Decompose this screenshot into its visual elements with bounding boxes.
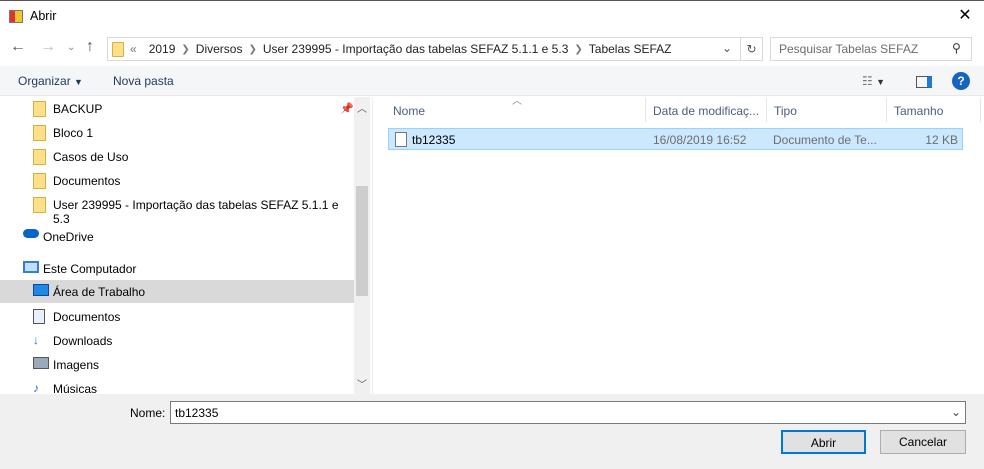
view-options-icon[interactable]: ☷ ▼ <box>862 74 885 88</box>
nav-item[interactable]: ↓ Downloads <box>0 329 354 352</box>
text-file-icon <box>395 132 407 147</box>
help-icon[interactable]: ? <box>952 72 970 90</box>
back-arrow-icon[interactable]: ← <box>10 38 26 56</box>
column-header-name[interactable]: Nome <box>387 98 431 122</box>
file-name: tb12335 <box>412 133 456 147</box>
nav-item-label: Imagens <box>53 358 100 372</box>
cloud-icon <box>23 229 39 238</box>
search-input[interactable]: Pesquisar Tabelas SEFAZ <box>770 37 972 61</box>
scroll-up-icon[interactable]: ︿ <box>357 100 367 115</box>
toolbar: Organizar ▼ Nova pasta ☷ ▼ ? <box>0 66 984 96</box>
column-header-size[interactable]: Tamanho <box>888 98 949 122</box>
column-header-date[interactable]: Data de modificaç... <box>647 98 765 122</box>
folder-icon <box>33 197 46 213</box>
nav-item-label: OneDrive <box>43 230 94 244</box>
nav-item-label: Bloco 1 <box>53 126 94 140</box>
nav-item[interactable]: Bloco 1 <box>0 121 354 144</box>
nav-item[interactable]: OneDrive <box>0 225 354 248</box>
nav-item[interactable]: Área de Trabalho <box>0 280 354 303</box>
file-size: 12 KB <box>925 133 958 147</box>
nav-item[interactable]: User 239995 - Importação das tabelas SEF… <box>0 193 354 226</box>
scroll-down-icon[interactable]: ﹀ <box>357 376 367 391</box>
nav-item-label: BACKUP <box>53 102 103 116</box>
image-icon <box>33 357 49 369</box>
document-icon <box>33 309 45 324</box>
nav-item[interactable]: BACKUP <box>0 97 354 120</box>
folder-icon <box>33 173 46 189</box>
nav-item[interactable]: ♪ Músicas <box>0 377 354 394</box>
file-type: Documento de Te... <box>773 133 877 147</box>
chevron-right-icon: ❯ <box>248 43 257 55</box>
nav-item[interactable]: Documentos <box>0 169 354 192</box>
download-icon: ↓ <box>33 333 39 347</box>
navigation-pane: BACKUP Bloco 1 Casos de Uso Documentos User … <box>0 97 354 394</box>
breadcrumb-item[interactable]: Tabelas SEFAZ <box>589 42 672 56</box>
breadcrumb-item[interactable]: Diversos <box>196 42 243 56</box>
breadcrumb-item[interactable]: User 239995 - Importação das tabelas SEF… <box>263 42 569 56</box>
nav-item[interactable]: Imagens <box>0 353 354 376</box>
file-name-input[interactable]: tb12335 <box>170 401 966 424</box>
organize-label: Organizar <box>18 74 71 88</box>
sort-ascending-icon: ︿ <box>512 96 522 107</box>
nav-item[interactable]: Este Computador <box>0 257 354 280</box>
column-header-type[interactable]: Tipo <box>768 98 803 122</box>
folder-icon <box>33 149 46 165</box>
recent-chevron-icon[interactable]: ⌄ <box>67 42 75 53</box>
computer-icon <box>23 261 39 273</box>
window-title: Abrir <box>30 9 57 23</box>
breadcrumb-overflow[interactable]: « <box>130 42 137 56</box>
forward-arrow-icon[interactable]: → <box>40 38 56 56</box>
column-divider[interactable] <box>886 98 887 122</box>
column-divider[interactable] <box>980 98 981 122</box>
folder-icon <box>112 41 124 57</box>
address-bar[interactable]: « 2019 ❯ Diversos ❯ User 239995 - Importaç… <box>107 37 763 61</box>
preview-pane-icon[interactable] <box>916 76 932 88</box>
nav-item-label: Downloads <box>53 334 113 348</box>
scrollbar-thumb[interactable] <box>356 186 368 296</box>
file-date: 16/08/2019 16:52 <box>653 133 747 147</box>
new-folder-button[interactable]: Nova pasta <box>113 74 174 88</box>
chevron-right-icon: ❯ <box>181 43 190 55</box>
nav-item-label: Documentos <box>53 310 121 324</box>
close-button[interactable]: ✕ <box>954 5 976 27</box>
cancel-button[interactable]: Cancelar <box>880 430 966 454</box>
up-arrow-icon[interactable]: ↑ <box>86 38 94 56</box>
nav-item-label: Área de Trabalho <box>53 285 146 299</box>
folder-icon <box>33 125 46 141</box>
nav-item[interactable]: Casos de Uso <box>0 145 354 168</box>
file-row[interactable]: tb12335 16/08/2019 16:52 Documento de Te… <box>388 128 963 150</box>
column-divider[interactable] <box>645 98 646 122</box>
nav-item-label: Casos de Uso <box>53 150 129 164</box>
music-icon: ♪ <box>33 381 39 394</box>
nav-item-label: Documentos <box>53 174 121 188</box>
app-icon <box>9 10 23 23</box>
folder-icon <box>33 101 46 117</box>
nav-item[interactable]: Documentos <box>0 305 354 328</box>
nav-item-label: Músicas <box>53 382 98 394</box>
search-icon[interactable]: ⚲ <box>952 41 961 55</box>
desktop-icon <box>33 284 49 296</box>
refresh-icon[interactable]: ↻ <box>740 38 762 60</box>
breadcrumb-item[interactable]: 2019 <box>149 42 176 56</box>
chevron-down-icon[interactable]: ⌄ <box>951 405 961 419</box>
column-divider[interactable] <box>766 98 767 122</box>
nav-item-label: Este Computador <box>43 262 137 276</box>
file-name-label: Nome: <box>130 406 166 420</box>
pin-icon: 📌 <box>340 103 354 115</box>
nav-item-label: User 239995 - Importação das tabelas SEF… <box>53 198 339 226</box>
title-bar: Abrir ✕ <box>0 0 984 32</box>
chevron-right-icon: ❯ <box>574 43 583 55</box>
organize-button[interactable]: Organizar ▼ <box>18 74 83 88</box>
chevron-down-icon[interactable]: ⌄ <box>722 41 732 55</box>
open-button[interactable]: Abrir <box>781 430 866 454</box>
